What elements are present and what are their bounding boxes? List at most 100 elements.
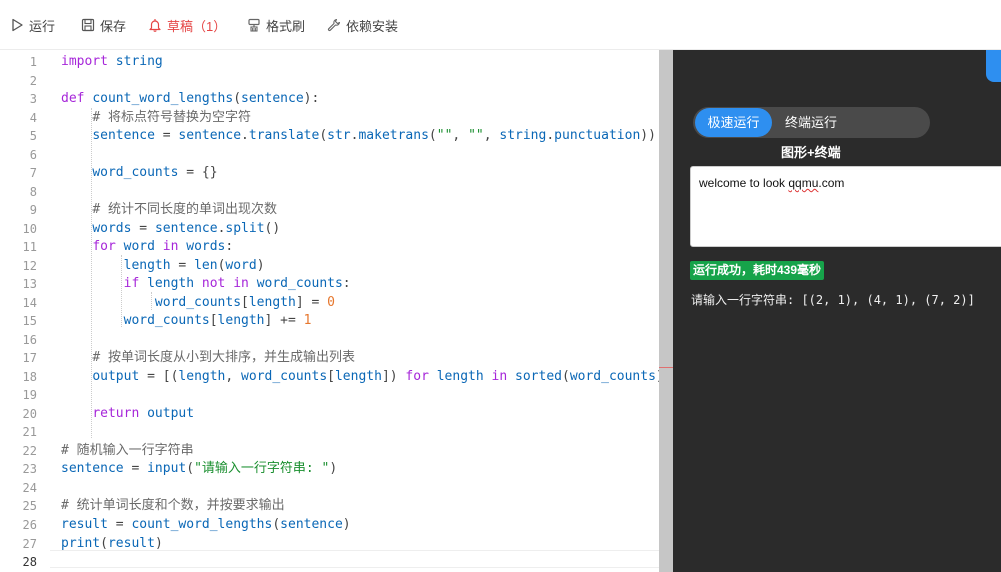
code-token: ] += bbox=[264, 313, 304, 329]
draft-label: 草稿（1） bbox=[167, 18, 227, 34]
code-token: word_counts bbox=[241, 368, 328, 384]
panel-tab[interactable] bbox=[986, 50, 1001, 82]
code-token: for bbox=[405, 368, 429, 384]
code-token: ( bbox=[233, 91, 242, 107]
line-number: 21 bbox=[22, 425, 37, 440]
code-token: = bbox=[131, 220, 155, 236]
draft-button[interactable]: 草稿（1） bbox=[148, 16, 226, 34]
line-number: 13 bbox=[22, 277, 37, 292]
fast-run-button[interactable]: 极速运行 bbox=[695, 108, 772, 137]
run-button[interactable]: 运行 bbox=[10, 16, 55, 34]
bell-icon bbox=[149, 19, 161, 32]
code-token: in bbox=[491, 368, 508, 384]
code-token: ( bbox=[428, 128, 437, 144]
code-line: 3 def count_word_lengths(sentence): bbox=[0, 90, 659, 108]
code-token: translate bbox=[248, 128, 320, 144]
stdin-text: welcome to look bbox=[699, 176, 789, 190]
code-token: length bbox=[147, 276, 195, 292]
code-text: output = [(length, word_counts[length]) … bbox=[61, 368, 659, 386]
toolbar: 运行 保存 草稿（1） 格式刷 依赖安装 bbox=[0, 0, 1001, 50]
save-label: 保存 bbox=[100, 18, 127, 34]
line-number: 4 bbox=[29, 110, 37, 125]
code-line: 1 import string bbox=[0, 53, 659, 71]
save-button[interactable]: 保存 bbox=[81, 16, 126, 34]
panel-splitter[interactable] bbox=[659, 50, 673, 572]
code-token: ) bbox=[342, 517, 351, 532]
line-number: 7 bbox=[29, 166, 37, 181]
code-token: word_counts bbox=[92, 165, 179, 181]
graphics-terminal-button[interactable]: 图形+终端 bbox=[781, 142, 841, 161]
line-number: 23 bbox=[22, 462, 37, 477]
format-brush-label: 格式刷 bbox=[266, 18, 306, 34]
line-number: 16 bbox=[22, 332, 37, 347]
code-token: # 统计单词长度和个数，并按要求输出 bbox=[61, 498, 285, 514]
line-number: 8 bbox=[29, 184, 37, 199]
line-number: 5 bbox=[29, 129, 37, 144]
code-line: 13 if length not in word_counts: bbox=[0, 275, 659, 293]
format-brush-button[interactable]: 格式刷 bbox=[247, 16, 305, 34]
line-number: 17 bbox=[22, 351, 37, 366]
terminal-run-button[interactable]: 终端运行 bbox=[785, 108, 837, 137]
code-token: word bbox=[225, 257, 257, 273]
install-deps-label: 依赖安装 bbox=[346, 18, 399, 34]
code-token: word_counts bbox=[256, 276, 343, 292]
code-line: 4 # 将标点符号替换为空字符 bbox=[0, 109, 659, 127]
code-token: () bbox=[264, 220, 281, 236]
code-text: # 统计单词长度和个数，并按要求输出 bbox=[61, 497, 285, 515]
code-text: print(result) bbox=[61, 535, 163, 553]
code-token: sentence bbox=[61, 461, 124, 477]
code-token: length bbox=[334, 368, 382, 384]
code-token: not in bbox=[201, 276, 249, 292]
stdin-input[interactable]: welcome to look qqmu.com bbox=[690, 166, 1001, 247]
code-line: 23 sentence = input("请输入一行字符串: ") bbox=[0, 460, 659, 478]
code-text: sentence = input("请输入一行字符串: ") bbox=[61, 460, 337, 478]
code-token: , bbox=[483, 128, 500, 144]
line-number: 25 bbox=[22, 499, 37, 514]
program-output: 请输入一行字符串: [(2, 1), (4, 1), (7, 2)] bbox=[691, 293, 975, 307]
code-token: in bbox=[162, 239, 179, 255]
code-token: string bbox=[499, 128, 547, 144]
code-text: # 按单词长度从小到大排序，并生成输出列表 bbox=[61, 349, 355, 367]
code-token: split bbox=[225, 220, 265, 236]
code-line: 19 bbox=[0, 386, 659, 404]
line-number: 2 bbox=[29, 73, 37, 88]
line-number: 27 bbox=[22, 536, 37, 551]
code-line: 18 output = [(length, word_counts[length… bbox=[0, 368, 659, 386]
code-line: 16 bbox=[0, 331, 659, 349]
code-editor[interactable]: 1 import string 2 3 def count_word_lengths(s… bbox=[0, 50, 659, 572]
code-text: word_counts[length] += 1 bbox=[61, 312, 312, 330]
wrench-icon bbox=[327, 18, 341, 32]
line-number: 15 bbox=[22, 314, 37, 329]
code-text: def count_word_lengths(sentence): bbox=[61, 90, 319, 108]
code-token: result bbox=[107, 535, 155, 551]
code-token: = {} bbox=[178, 165, 218, 181]
code-token: def bbox=[61, 91, 85, 107]
code-token: = bbox=[154, 128, 179, 144]
code-text: sentence = sentence.translate(str.maketr… bbox=[61, 127, 656, 145]
install-deps-button[interactable]: 依赖安装 bbox=[327, 16, 398, 34]
code-line: 12 length = len(word) bbox=[0, 257, 659, 275]
code-token: length bbox=[248, 294, 296, 310]
code-token: length bbox=[178, 368, 226, 384]
line-number: 10 bbox=[22, 221, 37, 236]
code-token: length bbox=[436, 368, 484, 384]
code-line: 6 bbox=[0, 146, 659, 164]
code-token: 0 bbox=[327, 294, 335, 310]
run-status-badge: 运行成功，耗时439毫秒 bbox=[690, 261, 825, 280]
code-token: for bbox=[92, 239, 116, 255]
code-text: # 统计不同长度的单词出现次数 bbox=[61, 201, 277, 219]
code-line: 24 bbox=[0, 479, 659, 497]
code-text: word_counts[length] = 0 bbox=[61, 294, 335, 312]
code-token: [ bbox=[241, 294, 249, 310]
code-token: "" bbox=[468, 128, 484, 144]
code-token: sentence bbox=[178, 128, 242, 144]
